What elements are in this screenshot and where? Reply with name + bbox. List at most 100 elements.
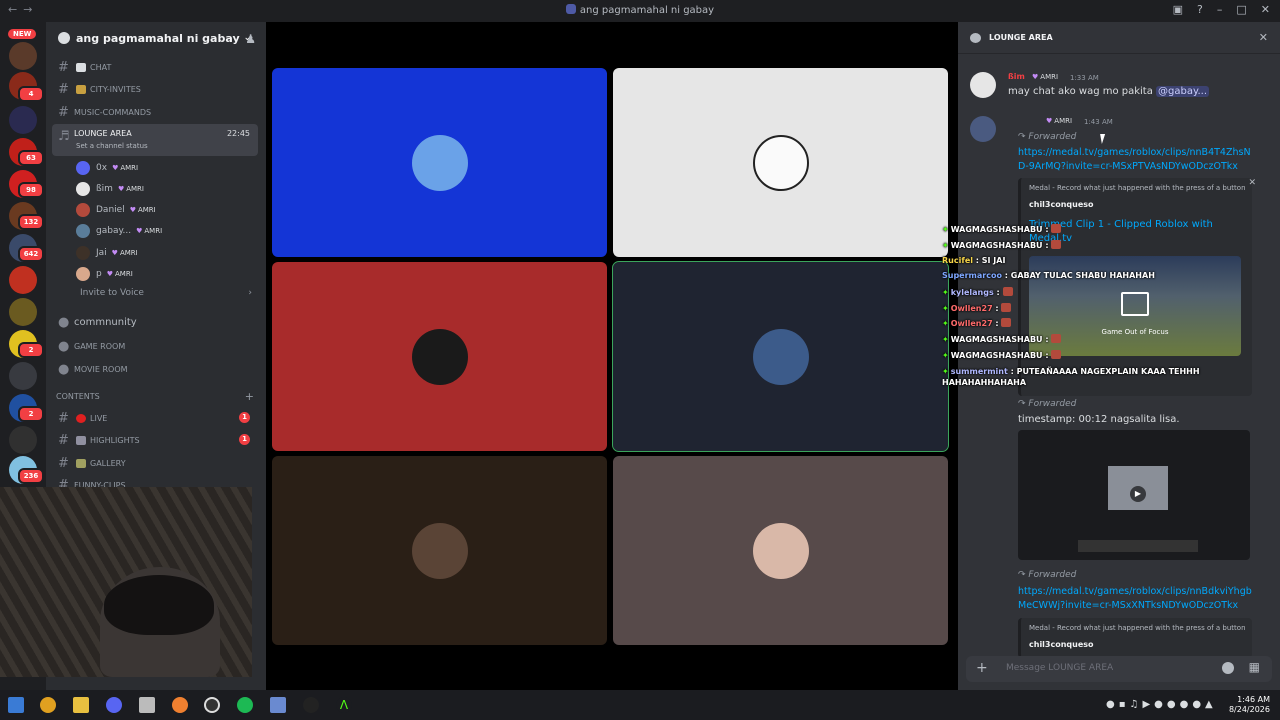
attachment-image[interactable]: ▶ <box>1018 430 1250 560</box>
embed-author[interactable]: chil3conqueso <box>1029 200 1094 209</box>
discord-icon[interactable] <box>106 697 122 713</box>
maximize-button[interactable]: □ <box>1236 3 1246 16</box>
obs-icon[interactable] <box>204 697 220 713</box>
forwarded-label: ↷ Forwarded <box>1018 399 1077 409</box>
server-mini-icon <box>565 4 576 14</box>
server-icon[interactable] <box>9 362 37 390</box>
close-window-button[interactable]: ✕ <box>1261 3 1270 16</box>
spotify-icon[interactable] <box>237 697 253 713</box>
globe-icon <box>58 32 70 44</box>
minimize-button[interactable]: – <box>1217 3 1223 16</box>
notepad-icon[interactable] <box>139 697 155 713</box>
voice-channel-community[interactable]: ● commnunity <box>52 311 258 333</box>
voice-channel-lounge-area[interactable]: ♬ LOUNGE AREA 22:45 Set a channel status <box>52 124 258 156</box>
overlay-chat-line: ✦ WAGMAGSHASHABU : <box>942 334 1062 344</box>
participant-tile[interactable] <box>613 68 948 257</box>
server-icon[interactable] <box>9 298 37 326</box>
invite-to-voice[interactable]: Invite to Voice <box>80 288 144 298</box>
upload-plus-icon[interactable]: + <box>976 660 988 676</box>
apps-icon[interactable]: ▦ <box>1249 660 1260 674</box>
voice-user[interactable]: gabay...AMRI <box>76 221 162 241</box>
help-icon[interactable]: ? <box>1197 3 1203 16</box>
embed-provider: Medal - Record what just happened with t… <box>1029 184 1246 192</box>
category-contents[interactable]: CONTENTS <box>56 392 100 401</box>
kick-icon[interactable]: Λ <box>336 697 352 713</box>
emoji-icon[interactable] <box>1222 662 1234 674</box>
server-badge: 642 <box>18 246 44 262</box>
channel-live[interactable]: # LIVE 1 <box>52 407 258 429</box>
participant-tile[interactable] <box>272 68 607 257</box>
app-icon[interactable] <box>172 697 188 713</box>
username[interactable]: ßim <box>1008 72 1025 81</box>
channel-highlights[interactable]: # HIGHLIGHTS 1 <box>52 429 258 451</box>
voice-channel-game-room[interactable]: ● GAME ROOM <box>52 335 258 357</box>
participant-tile[interactable] <box>272 456 607 645</box>
server-badge: 132 <box>18 214 44 230</box>
hash-icon: # <box>58 455 69 471</box>
server-icon[interactable] <box>9 42 37 70</box>
avatar[interactable] <box>970 116 996 142</box>
close-icon[interactable]: ✕ <box>1259 31 1268 44</box>
server-badge: 236 <box>18 468 44 484</box>
emote-icon <box>1001 303 1012 312</box>
participant-tile[interactable] <box>272 262 607 451</box>
message-input[interactable]: + Message LOUNGE AREA ▦ <box>966 656 1272 682</box>
emote-icon <box>1051 350 1062 359</box>
screenshot-taskbar <box>1078 540 1198 552</box>
avatar <box>411 134 468 191</box>
overlay-chat-line: ✦ WAGMAGSHASHABU : <box>942 240 1062 250</box>
add-member-icon[interactable]: ♟ <box>245 32 256 46</box>
forwarded-label: ↷ Forwarded <box>1018 570 1077 580</box>
overlay-chat-line: ✦ Owllen27 : <box>942 318 1012 328</box>
channel-chat[interactable]: # CHAT <box>52 56 258 78</box>
channel-gallery[interactable]: # GALLERY <box>52 452 258 474</box>
server-icon[interactable] <box>9 266 37 294</box>
message-link[interactable]: https://medal.tv/games/roblox/clips/nnB4… <box>1018 146 1254 174</box>
play-icon[interactable]: ▶ <box>1130 486 1146 502</box>
channel-status[interactable]: Set a channel status <box>76 142 148 150</box>
server-badge: 2 <box>18 406 44 422</box>
overlay-chat-line: ✦ WAGMAGSHASHABU : <box>942 350 1062 360</box>
embed-author[interactable]: chil3conqueso <box>1029 640 1094 649</box>
chrome-icon[interactable] <box>40 697 56 713</box>
voice-user[interactable]: DanielAMRI <box>76 200 156 220</box>
app-icon[interactable] <box>303 697 319 713</box>
voice-user[interactable]: 0xAMRI <box>76 158 138 178</box>
add-channel-icon[interactable]: + <box>245 390 254 403</box>
server-header[interactable]: ang pagmamahal ni gabay ⌄ ♟ <box>46 22 266 54</box>
speaker-icon: ● <box>58 338 70 354</box>
server-icon[interactable] <box>9 426 37 454</box>
system-tray-icons[interactable]: ●▪♫▶●●●●▲ <box>1106 699 1217 710</box>
timestamp: 1:43 AM <box>1084 118 1113 126</box>
speech-emoji-icon <box>76 62 86 72</box>
city-emoji-icon <box>76 84 86 94</box>
voice-user[interactable]: JaiAMRI <box>76 243 138 263</box>
participant-tile[interactable] <box>613 456 948 645</box>
server-icon[interactable] <box>9 106 37 134</box>
channel-city-invites[interactable]: # CITY-INVITES <box>52 78 258 100</box>
voice-user[interactable]: ßimAMRI <box>76 179 144 199</box>
avatar <box>76 224 90 238</box>
clock[interactable]: 1:46 AM 8/24/2026 <box>1229 695 1270 715</box>
voice-channel-movie-room[interactable]: ● MOVIE ROOM <box>52 358 258 380</box>
overlay-chat-line: Supermarcoo : GABAY TULAC SHABU HAHAHAH <box>942 271 1155 280</box>
windows-taskbar: Λ ●▪♫▶●●●●▲ 1:46 AM 8/24/2026 <box>0 690 1280 720</box>
message-placeholder: Message LOUNGE AREA <box>1006 663 1114 673</box>
participant-tile-speaking[interactable] <box>612 261 949 452</box>
avatar <box>752 134 809 191</box>
emote-icon <box>1001 318 1012 327</box>
windows-start-icon[interactable] <box>8 697 24 713</box>
close-icon[interactable]: ✕ <box>1248 178 1256 188</box>
app-icon[interactable] <box>270 697 286 713</box>
message-link[interactable]: https://medal.tv/games/roblox/clips/nnBd… <box>1018 585 1254 613</box>
avatar[interactable] <box>970 72 996 98</box>
voice-user[interactable]: pAMRI <box>76 264 133 284</box>
mention[interactable]: @gabay... <box>1156 86 1210 97</box>
message-text: timestamp: 00:12 nagsalita lisa. <box>1018 414 1180 425</box>
speaker-icon: ● <box>58 361 70 377</box>
file-explorer-icon[interactable] <box>73 697 89 713</box>
avatar <box>76 246 90 260</box>
overlay-chat-line: ✦ WAGMAGSHASHABU : <box>942 224 1062 234</box>
channel-music-commands[interactable]: # MUSIC-COMMANDS <box>52 101 258 123</box>
inbox-icon[interactable]: ▣ <box>1173 3 1183 16</box>
